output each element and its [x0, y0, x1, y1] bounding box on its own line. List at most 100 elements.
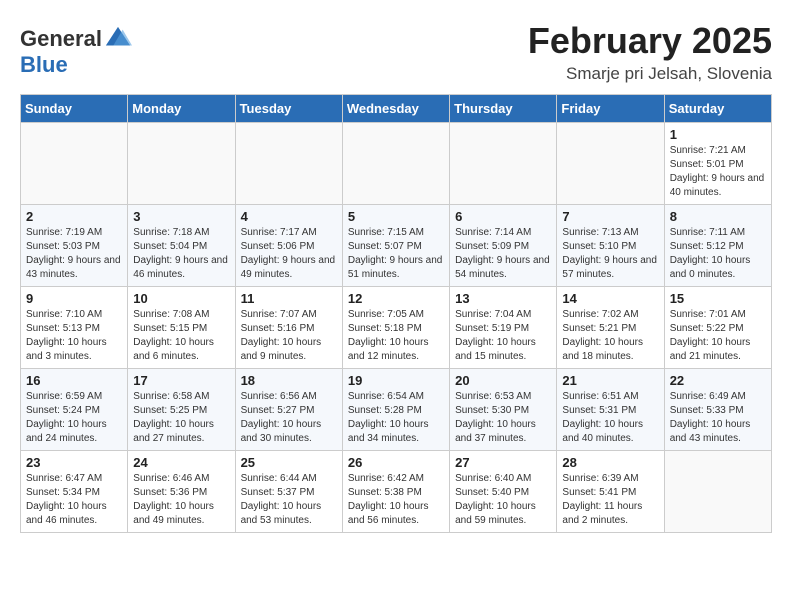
day-number: 12 [348, 291, 444, 306]
day-info: Sunrise: 6:44 AM Sunset: 5:37 PM Dayligh… [241, 472, 337, 528]
weekday-header-saturday: Saturday [664, 95, 771, 123]
day-number: 25 [241, 455, 337, 470]
page-header: General Blue February 2025 Smarje pri Je… [20, 20, 772, 84]
day-number: 26 [348, 455, 444, 470]
day-number: 18 [241, 373, 337, 388]
weekday-header-friday: Friday [557, 95, 664, 123]
calendar-week-2: 2 Sunrise: 7:19 AM Sunset: 5:03 PM Daylig… [21, 205, 772, 287]
day-number: 13 [455, 291, 551, 306]
day-info: Sunrise: 7:08 AM Sunset: 5:15 PM Dayligh… [133, 308, 229, 364]
calendar-week-1: 1 Sunrise: 7:21 AM Sunset: 5:01 PM Daylig… [21, 123, 772, 205]
day-number: 5 [348, 209, 444, 224]
calendar-week-5: 23Sunrise: 6:47 AM Sunset: 5:34 PM Dayli… [21, 451, 772, 533]
day-number: 7 [562, 209, 658, 224]
day-info: Sunrise: 7:13 AM Sunset: 5:10 PM Dayligh… [562, 226, 658, 282]
weekday-header-monday: Monday [128, 95, 235, 123]
day-number: 10 [133, 291, 229, 306]
day-info: Sunrise: 6:51 AM Sunset: 5:31 PM Dayligh… [562, 390, 658, 446]
day-number: 9 [26, 291, 122, 306]
calendar-cell: 2 Sunrise: 7:19 AM Sunset: 5:03 PM Daylig… [21, 205, 128, 287]
calendar-cell [342, 123, 449, 205]
day-info: Sunrise: 6:58 AM Sunset: 5:25 PM Dayligh… [133, 390, 229, 446]
calendar-week-3: 9 Sunrise: 7:10 AM Sunset: 5:13 PM Daylig… [21, 287, 772, 369]
day-info: Sunrise: 6:53 AM Sunset: 5:30 PM Dayligh… [455, 390, 551, 446]
day-info: Sunrise: 7:21 AM Sunset: 5:01 PM Dayligh… [670, 144, 766, 200]
weekday-header-wednesday: Wednesday [342, 95, 449, 123]
day-info: Sunrise: 6:54 AM Sunset: 5:28 PM Dayligh… [348, 390, 444, 446]
day-number: 28 [562, 455, 658, 470]
day-info: Sunrise: 7:18 AM Sunset: 5:04 PM Dayligh… [133, 226, 229, 282]
calendar-cell: 25 Sunrise: 6:44 AM Sunset: 5:37 PM Dayli… [235, 451, 342, 533]
calendar-cell [128, 123, 235, 205]
logo-icon [104, 25, 132, 53]
calendar-cell: 13 Sunrise: 7:04 AM Sunset: 5:19 PM Dayli… [450, 287, 557, 369]
day-info: Sunrise: 7:14 AM Sunset: 5:09 PM Dayligh… [455, 226, 551, 282]
weekday-header-thursday: Thursday [450, 95, 557, 123]
day-info: Sunrise: 7:07 AM Sunset: 5:16 PM Dayligh… [241, 308, 337, 364]
calendar-cell: 7 Sunrise: 7:13 AM Sunset: 5:10 PM Daylig… [557, 205, 664, 287]
calendar-cell: 26 Sunrise: 6:42 AM Sunset: 5:38 PM Dayli… [342, 451, 449, 533]
calendar-cell: 27 Sunrise: 6:40 AM Sunset: 5:40 PM Dayli… [450, 451, 557, 533]
calendar-cell: 5 Sunrise: 7:15 AM Sunset: 5:07 PM Daylig… [342, 205, 449, 287]
calendar-cell: 9 Sunrise: 7:10 AM Sunset: 5:13 PM Daylig… [21, 287, 128, 369]
weekday-header-tuesday: Tuesday [235, 95, 342, 123]
calendar-cell: 4 Sunrise: 7:17 AM Sunset: 5:06 PM Daylig… [235, 205, 342, 287]
day-info: Sunrise: 6:47 AM Sunset: 5:34 PM Dayligh… [26, 472, 122, 528]
calendar-cell: 17 Sunrise: 6:58 AM Sunset: 5:25 PM Dayli… [128, 369, 235, 451]
day-info: Sunrise: 7:19 AM Sunset: 5:03 PM Dayligh… [26, 226, 122, 282]
day-number: 20 [455, 373, 551, 388]
day-info: Sunrise: 7:04 AM Sunset: 5:19 PM Dayligh… [455, 308, 551, 364]
logo: General Blue [20, 25, 132, 77]
calendar-cell: 12 Sunrise: 7:05 AM Sunset: 5:18 PM Dayli… [342, 287, 449, 369]
day-info: Sunrise: 6:49 AM Sunset: 5:33 PM Dayligh… [670, 390, 766, 446]
calendar-cell: 1 Sunrise: 7:21 AM Sunset: 5:01 PM Daylig… [664, 123, 771, 205]
calendar-cell: 10 Sunrise: 7:08 AM Sunset: 5:15 PM Dayli… [128, 287, 235, 369]
day-info: Sunrise: 6:56 AM Sunset: 5:27 PM Dayligh… [241, 390, 337, 446]
day-info: Sunrise: 7:01 AM Sunset: 5:22 PM Dayligh… [670, 308, 766, 364]
day-info: Sunrise: 6:42 AM Sunset: 5:38 PM Dayligh… [348, 472, 444, 528]
calendar-cell [21, 123, 128, 205]
calendar-cell: 8Sunrise: 7:11 AM Sunset: 5:12 PM Daylig… [664, 205, 771, 287]
day-number: 8 [670, 209, 766, 224]
day-number: 21 [562, 373, 658, 388]
location-title: Smarje pri Jelsah, Slovenia [528, 64, 772, 84]
day-info: Sunrise: 7:15 AM Sunset: 5:07 PM Dayligh… [348, 226, 444, 282]
day-info: Sunrise: 6:40 AM Sunset: 5:40 PM Dayligh… [455, 472, 551, 528]
day-info: Sunrise: 6:46 AM Sunset: 5:36 PM Dayligh… [133, 472, 229, 528]
calendar-cell [450, 123, 557, 205]
logo-blue-text: Blue [20, 52, 68, 77]
calendar-cell: 28 Sunrise: 6:39 AM Sunset: 5:41 PM Dayli… [557, 451, 664, 533]
month-title: February 2025 [528, 20, 772, 62]
day-number: 24 [133, 455, 229, 470]
day-number: 1 [670, 127, 766, 142]
calendar-table: SundayMondayTuesdayWednesdayThursdayFrid… [20, 94, 772, 533]
day-info: Sunrise: 7:10 AM Sunset: 5:13 PM Dayligh… [26, 308, 122, 364]
weekday-header-row: SundayMondayTuesdayWednesdayThursdayFrid… [21, 95, 772, 123]
day-number: 15 [670, 291, 766, 306]
day-number: 27 [455, 455, 551, 470]
calendar-cell: 24 Sunrise: 6:46 AM Sunset: 5:36 PM Dayli… [128, 451, 235, 533]
calendar-cell [235, 123, 342, 205]
day-number: 2 [26, 209, 122, 224]
calendar-cell: 15 Sunrise: 7:01 AM Sunset: 5:22 PM Dayli… [664, 287, 771, 369]
day-number: 4 [241, 209, 337, 224]
calendar-cell: 23Sunrise: 6:47 AM Sunset: 5:34 PM Dayli… [21, 451, 128, 533]
calendar-cell: 11 Sunrise: 7:07 AM Sunset: 5:16 PM Dayli… [235, 287, 342, 369]
day-info: Sunrise: 7:17 AM Sunset: 5:06 PM Dayligh… [241, 226, 337, 282]
day-number: 22 [670, 373, 766, 388]
calendar-cell [664, 451, 771, 533]
day-number: 11 [241, 291, 337, 306]
day-info: Sunrise: 7:05 AM Sunset: 5:18 PM Dayligh… [348, 308, 444, 364]
calendar-cell: 21 Sunrise: 6:51 AM Sunset: 5:31 PM Dayli… [557, 369, 664, 451]
day-info: Sunrise: 6:39 AM Sunset: 5:41 PM Dayligh… [562, 472, 658, 528]
weekday-header-sunday: Sunday [21, 95, 128, 123]
day-info: Sunrise: 7:02 AM Sunset: 5:21 PM Dayligh… [562, 308, 658, 364]
calendar-cell: 19Sunrise: 6:54 AM Sunset: 5:28 PM Dayli… [342, 369, 449, 451]
calendar-cell: 16Sunrise: 6:59 AM Sunset: 5:24 PM Dayli… [21, 369, 128, 451]
calendar-cell: 14Sunrise: 7:02 AM Sunset: 5:21 PM Dayli… [557, 287, 664, 369]
calendar-week-4: 16Sunrise: 6:59 AM Sunset: 5:24 PM Dayli… [21, 369, 772, 451]
calendar-cell: 20 Sunrise: 6:53 AM Sunset: 5:30 PM Dayli… [450, 369, 557, 451]
day-number: 17 [133, 373, 229, 388]
calendar-cell: 22 Sunrise: 6:49 AM Sunset: 5:33 PM Dayli… [664, 369, 771, 451]
day-number: 6 [455, 209, 551, 224]
